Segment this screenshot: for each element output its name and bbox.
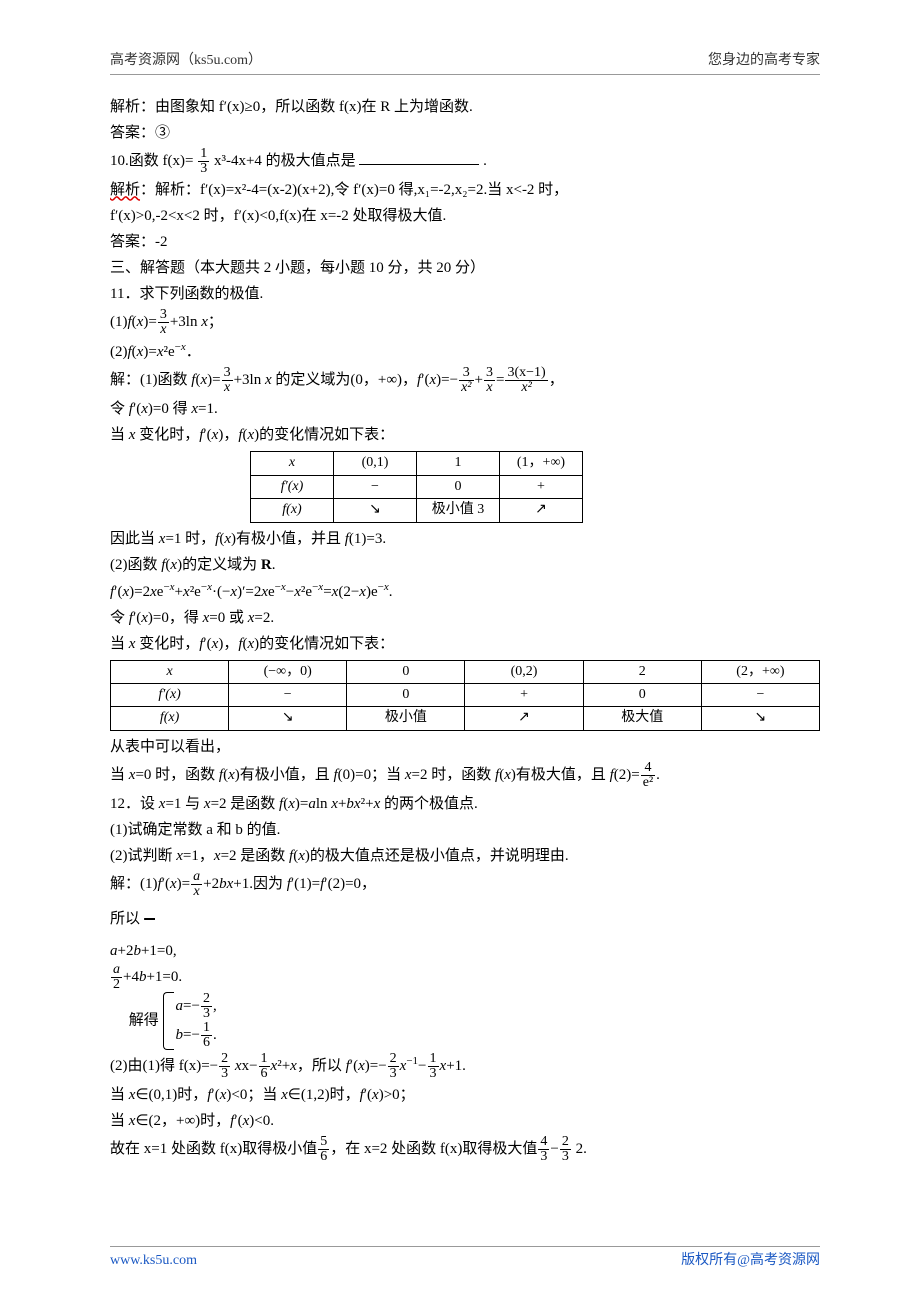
table-row: f(x) ↘ 极小值 ↗ 极大值 ↘ [111,707,820,730]
q10-analysis-2: f′(x)>0,-2<x<2 时，f′(x)<0,f(x)在 x=-2 处取得极… [110,204,820,228]
footer-copyright: 版权所有@高考资源网 [681,1250,820,1272]
q11-sol-1c: 当 x 变化时，f′(x)，f(x)的变化情况如下表： [110,423,820,447]
q10-analysis-1: 解析：解析：f′(x)=x²-4=(x-2)(x+2),令 f′(x)=0 得,… [110,178,820,202]
table-row: f′(x) − 0 + [251,475,583,498]
q11-part2: (2)f(x)=x²e−x． [110,339,820,364]
q10-answer: 答案：-2 [110,230,820,254]
q11-sol-2a: (2)函数 f(x)的定义域为 R. [110,553,820,577]
q11-part1: (1)f(x)=3x+3ln x； [110,308,820,337]
q11-sol-2d: 当 x 变化时，f′(x)，f(x)的变化情况如下表： [110,632,820,656]
q11-sol-1a: 解：(1)函数 f(x)=3x+3ln x 的定义域为(0，+∞)，f′(x)=… [110,366,820,395]
brace-system [144,918,157,920]
table-row: f′(x) − 0 + 0 − [111,683,820,706]
q11-title: 11．求下列函数的极值. [110,282,820,306]
q11-sol-2b: f′(x)=2xe−x+x²e−x·(−x)′=2xe−x−x²e−x=x(2−… [110,579,820,604]
page-footer: www.ks5u.com 版权所有@高考资源网 [110,1246,820,1272]
q12-sol-2c: 当 x∈(2，+∞)时，f′(x)<0. [110,1109,820,1133]
q12-1: (1)试确定常数 a 和 b 的值. [110,818,820,842]
table-row: x (−∞，0) 0 (0,2) 2 (2，+∞) [111,660,820,683]
q12-sol-2b: 当 x∈(0,1)时，f′(x)<0；当 x∈(1,2)时，f′(x)>0； [110,1083,820,1107]
q11-sol-2e: 从表中可以看出， [110,735,820,759]
header-right: 您身边的高考专家 [708,50,820,72]
q12-2: (2)试判断 x=1，x=2 是函数 f(x)的极大值点还是极小值点，并说明理由… [110,844,820,868]
table-row: x (0,1) 1 (1，+∞) [251,452,583,475]
q12-title: 12．设 x=1 与 x=2 是函数 f(x)=aln x+bx²+x 的两个极… [110,792,820,816]
table-1: x (0,1) 1 (1，+∞) f′(x) − 0 + f(x) ↘ 极小值 … [250,451,583,522]
q11-sol-1d: 因此当 x=1 时，f(x)有极小值，并且 f(1)=3. [110,527,820,551]
content: 解析：由图象知 f′(x)≥0，所以函数 f(x)在 R 上为增函数. 答案：③… [110,95,820,1163]
frac-1-3: 1 3 [198,147,209,176]
q12-sol-2d: 故在 x=1 处函数 f(x)取得极小值56，在 x=2 处函数 f(x)取得极… [110,1135,820,1164]
table-row: f(x) ↘ 极小值 3 ↗ [251,499,583,522]
page-header: 高考资源网（ks5u.com） 您身边的高考专家 [110,50,820,75]
q11-sol-2c: 令 f′(x)=0，得 x=0 或 x=2. [110,606,820,630]
answer-blank [359,164,479,165]
q9-analysis: 解析：由图象知 f′(x)≥0，所以函数 f(x)在 R 上为增函数. [110,95,820,119]
q12-system: 所以 [110,907,820,931]
q11-sol-2f: 当 x=0 时，函数 f(x)有极小值，且 f(0)=0；当 x=2 时，函数 … [110,761,820,790]
q10-stem: 10.函数 f(x)= 1 3 x³-4x+4 的极大值点是 . [110,147,820,176]
header-left: 高考资源网（ks5u.com） [110,50,262,72]
brace-result: a=−23, b=−16. [163,992,217,1050]
q12-sol-1a: 解：(1)f′(x)=ax+2bx+1.因为 f′(1)=f′(2)=0， [110,870,820,899]
q12-sol-2a: (2)由(1)得 f(x)=−23 xx−16x²+x，所以 f′(x)=−23… [110,1052,820,1081]
table-2: x (−∞，0) 0 (0,2) 2 (2，+∞) f′(x) − 0 + 0 … [110,660,820,731]
q11-sol-1b: 令 f′(x)=0 得 x=1. [110,397,820,421]
footer-url: www.ks5u.com [110,1250,197,1272]
page: 高考资源网（ks5u.com） 您身边的高考专家 解析：由图象知 f′(x)≥0… [0,0,920,1302]
section-3-title: 三、解答题（本大题共 2 小题，每小题 10 分，共 20 分） [110,256,820,280]
q9-answer: 答案：③ [110,121,820,145]
